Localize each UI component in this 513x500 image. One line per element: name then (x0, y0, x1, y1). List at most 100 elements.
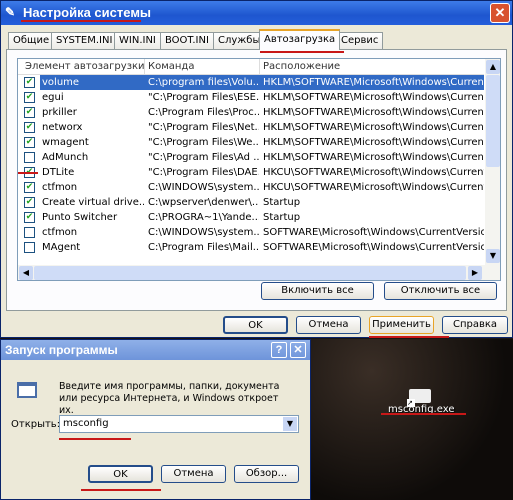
row-name: ctfmon (42, 227, 78, 238)
row-command: C:\WINDOWS\system... (148, 227, 259, 238)
row-location: HKLM\SOFTWARE\Microsoft\Windows\CurrentV… (263, 152, 484, 163)
run-ok-button[interactable]: OK (88, 465, 153, 483)
table-row[interactable]: ✔ prkiller C:\Program Files\Proc... HKLM\SO… (18, 105, 484, 120)
open-input-value[interactable]: msconfig (63, 418, 109, 429)
system-config-window: ✎ Настройка системы ✕ Общие SYSTEM.INI W… (0, 0, 513, 338)
row-command: C:\Program Files\Mail.... (148, 242, 259, 253)
row-checkbox[interactable]: ✔ (24, 77, 35, 88)
column-header-item[interactable]: Элемент автозагрузки (25, 59, 145, 74)
chevron-down-icon[interactable]: ▼ (283, 417, 297, 431)
row-command: C:\PROGRA~1\Yande... (148, 212, 259, 223)
apply-button[interactable]: Применить (369, 316, 434, 334)
row-command: C:\WINDOWS\system... (148, 182, 259, 193)
disable-all-button[interactable]: Отключить все (384, 282, 497, 300)
desktop: ↗ msconfig.exe (311, 339, 513, 500)
vertical-scrollbar[interactable]: ▲ ▼ (485, 59, 500, 265)
row-checkbox[interactable]: ✔ (24, 212, 35, 223)
tab-underline (260, 51, 344, 53)
table-row[interactable]: ✔ Create virtual drive... C:\wpserver\denw… (18, 195, 484, 210)
scroll-right-icon[interactable]: ▶ (468, 266, 482, 280)
row-location: Startup (263, 212, 301, 223)
table-row[interactable]: ✔ Punto Switcher C:\PROGRA~1\Yande... Start… (18, 210, 484, 225)
row-checkbox[interactable]: ✔ (24, 92, 35, 103)
startup-list[interactable]: Элемент автозагрузки Команда Расположени… (17, 58, 501, 281)
row-checkbox[interactable]: ✔ (24, 197, 35, 208)
table-row[interactable]: ✔DTLite"C:\Program Files\DAE...HKCU\SOFT… (18, 165, 484, 180)
hscroll-thumb[interactable] (34, 266, 466, 280)
tab-services[interactable]: Службы (213, 32, 266, 49)
row-command: C:\program files\Volu... (144, 75, 259, 90)
row-location: HKLM\SOFTWARE\Microsoft\Windows\CurrentV… (259, 75, 484, 90)
scroll-thumb[interactable] (486, 75, 500, 167)
enable-all-button[interactable]: Включить все (261, 282, 374, 300)
run-cancel-button[interactable]: Отмена (161, 465, 226, 483)
icon-underline (381, 413, 466, 415)
help-button[interactable]: Справка (442, 316, 508, 334)
tab-panel: Элемент автозагрузки Команда Расположени… (6, 49, 507, 311)
row-name: AdMunch (42, 152, 89, 163)
tab-win-ini[interactable]: WIN.INI (114, 32, 161, 49)
horizontal-scrollbar[interactable]: ◀ ▶ (18, 265, 500, 280)
row-location: HKLM\SOFTWARE\Microsoft\Windows\CurrentV… (263, 92, 484, 103)
table-row[interactable]: AdMunch "C:\Program Files\Ad ... HKLM\SOFT… (18, 150, 484, 165)
row-name: networx (42, 122, 83, 133)
close-icon[interactable]: ✕ (490, 3, 510, 23)
table-row[interactable]: ✔ volume C:\program files\Volu... HKLM\SOFT… (18, 75, 484, 90)
row-location: Startup (263, 197, 301, 208)
msconfig-shortcut[interactable]: ↗ msconfig.exe (388, 379, 454, 429)
table-row[interactable]: ✔ ctfmon C:\WINDOWS\system... HKCU\SOFTWARE… (18, 180, 484, 195)
row-location: SOFTWARE\Microsoft\Windows\CurrentVersio… (263, 227, 484, 238)
row-checkbox[interactable]: ✔ (24, 137, 35, 148)
scroll-up-icon[interactable]: ▲ (486, 60, 500, 74)
tab-startup[interactable]: Автозагрузка (259, 29, 341, 50)
row-name: volume (40, 75, 144, 90)
row-name: DTLite (42, 167, 75, 178)
admunch-underline (18, 172, 38, 174)
table-row[interactable]: ✔ egui "C:\Program Files\ESE... HKLM\SOFTWA… (18, 90, 484, 105)
row-command: C:\Program Files\Proc... (148, 107, 259, 118)
row-name: wmagent (42, 137, 89, 148)
input-underline (59, 438, 131, 440)
list-header: Элемент автозагрузки Команда Расположени… (18, 59, 484, 75)
table-row[interactable]: MAgent C:\Program Files\Mail.... SOFTWARE\… (18, 240, 484, 255)
tab-tools[interactable]: Сервис (336, 32, 384, 49)
row-command: C:\wpserver\denwer\... (148, 197, 259, 208)
row-checkbox[interactable] (24, 242, 35, 253)
table-row[interactable]: ctfmon C:\WINDOWS\system... SOFTWARE\Micro… (18, 225, 484, 240)
tab-boot-ini[interactable]: BOOT.INI (160, 32, 214, 49)
column-header-command[interactable]: Команда (144, 59, 194, 74)
scroll-down-icon[interactable]: ▼ (486, 249, 500, 263)
row-name: prkiller (42, 107, 77, 118)
msconfig-app-icon: ✎ (5, 5, 16, 19)
tab-general[interactable]: Общие (8, 32, 55, 49)
row-location: SOFTWARE\Microsoft\Windows\CurrentVersio… (263, 242, 484, 253)
row-command: "C:\Program Files\Ad ... (148, 152, 259, 163)
help-icon[interactable]: ? (271, 342, 287, 358)
scroll-left-icon[interactable]: ◀ (19, 266, 33, 280)
apply-underline (369, 336, 449, 338)
open-combobox[interactable]: msconfig ▼ (59, 415, 299, 433)
row-checkbox[interactable] (24, 152, 35, 163)
row-checkbox[interactable]: ✔ (24, 182, 35, 193)
row-location: HKLM\SOFTWARE\Microsoft\Windows\CurrentV… (263, 107, 484, 118)
row-location: HKCU\SOFTWARE\Microsoft\Windows\CurrentV… (263, 167, 484, 178)
row-name: Punto Switcher (42, 212, 118, 223)
column-header-location[interactable]: Расположение (259, 59, 340, 74)
tab-system-ini[interactable]: SYSTEM.INI (51, 32, 118, 49)
run-dialog: Запуск программы ? ✕ Введите имя програм… (0, 339, 311, 500)
title-underline (21, 20, 141, 22)
cancel-button[interactable]: Отмена (296, 316, 361, 334)
row-checkbox[interactable]: ✔ (24, 107, 35, 118)
browse-button[interactable]: Обзор... (234, 465, 299, 483)
close-icon[interactable]: ✕ (290, 342, 306, 358)
open-label: Открыть: (11, 419, 61, 430)
row-name: Create virtual drive... (42, 197, 144, 208)
table-row[interactable]: ✔ wmagent "C:\Program Files\We... HKLM\SOFT… (18, 135, 484, 150)
table-row[interactable]: ✔ networx "C:\Program Files\Net... HKLM\SOF… (18, 120, 484, 135)
row-command: "C:\Program Files\DAE... (148, 167, 259, 178)
ok-button[interactable]: OK (223, 316, 288, 334)
row-checkbox[interactable] (24, 227, 35, 238)
run-title: Запуск программы (5, 343, 118, 357)
row-checkbox[interactable]: ✔ (24, 122, 35, 133)
row-location: HKLM\SOFTWARE\Microsoft\Windows\CurrentV… (263, 137, 484, 148)
